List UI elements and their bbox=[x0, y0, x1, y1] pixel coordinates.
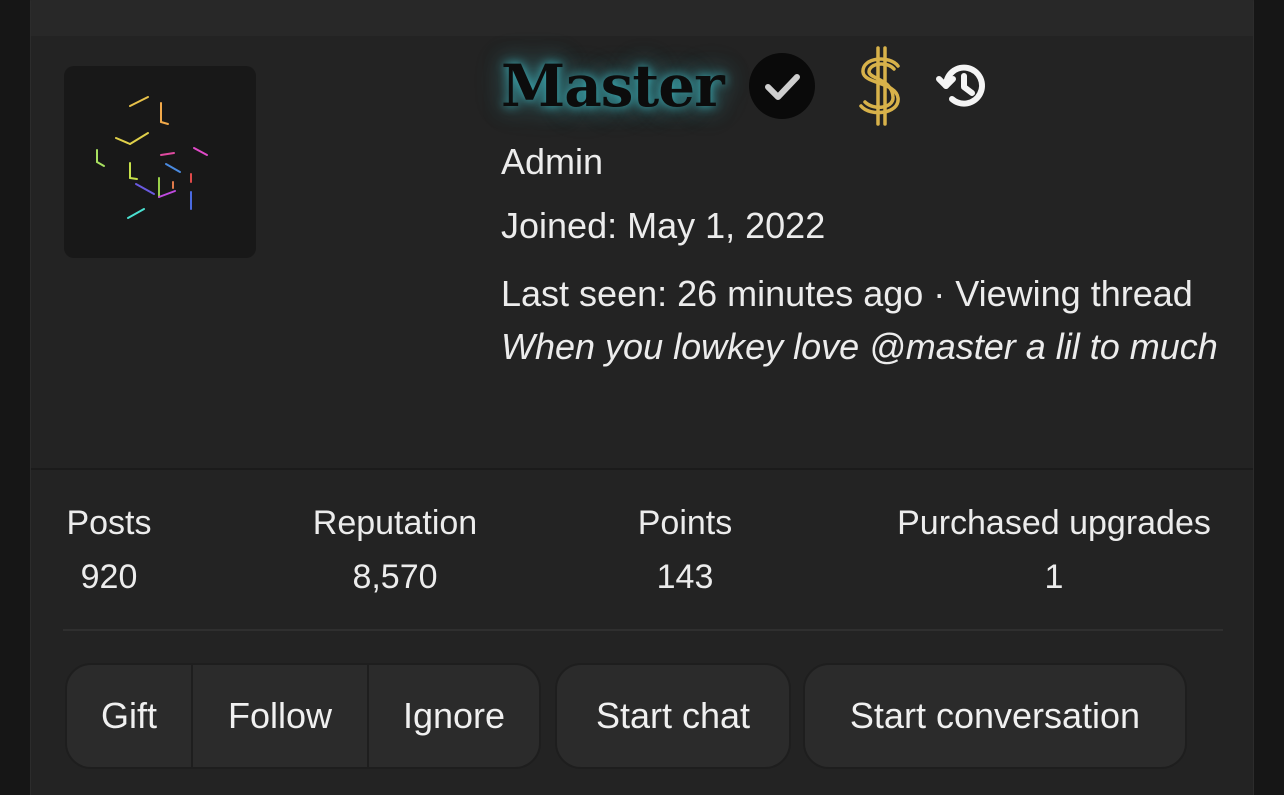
follow-button[interactable]: Follow bbox=[191, 665, 367, 767]
start-conversation-button[interactable]: Start conversation bbox=[805, 665, 1185, 767]
avatar-image bbox=[96, 96, 208, 219]
history-icon[interactable] bbox=[934, 58, 990, 114]
stat-label: Purchased upgrades bbox=[897, 504, 1211, 542]
start-chat-button[interactable]: Start chat bbox=[557, 665, 789, 767]
card-header-strip bbox=[31, 0, 1253, 36]
user-title: Admin bbox=[501, 141, 604, 182]
stats-divider bbox=[63, 629, 1223, 631]
stat-points[interactable]: Points 143 bbox=[631, 503, 739, 597]
stat-value: 8,570 bbox=[352, 558, 438, 596]
dollar-sign-icon[interactable] bbox=[850, 46, 912, 126]
ignore-button[interactable]: Ignore bbox=[367, 665, 539, 767]
stat-value: 1 bbox=[1044, 558, 1064, 596]
avatar[interactable] bbox=[64, 66, 256, 258]
stat-value: 920 bbox=[80, 558, 138, 596]
stat-label: Points bbox=[637, 504, 733, 542]
last-seen: Last seen: 26 minutes ago · Viewing thre… bbox=[501, 267, 1221, 373]
gift-button[interactable]: Gift bbox=[67, 665, 191, 767]
stat-label: Reputation bbox=[312, 504, 478, 542]
start-conversation-group: Start conversation bbox=[803, 663, 1187, 769]
last-seen-thread-link[interactable]: When you lowkey love @master a lil to mu… bbox=[501, 326, 1218, 367]
member-action-group: Gift Follow Ignore bbox=[65, 663, 541, 769]
stat-value: 143 bbox=[656, 558, 714, 596]
verified-check-icon bbox=[748, 53, 815, 119]
joined-date: Joined: May 1, 2022 bbox=[501, 205, 826, 246]
member-info: Master Admin Joined: May 1, 2022 Last se… bbox=[501, 46, 1241, 373]
stat-posts[interactable]: Posts 920 bbox=[63, 503, 155, 597]
last-seen-text: Last seen: 26 minutes ago · Viewing thre… bbox=[501, 273, 1193, 314]
stat-purchased-upgrades[interactable]: Purchased upgrades 1 bbox=[883, 503, 1225, 597]
member-card: Master Admin Joined: May 1, 2022 Last se… bbox=[30, 0, 1254, 795]
username[interactable]: Master bbox=[501, 53, 725, 119]
stat-reputation[interactable]: Reputation 8,570 bbox=[305, 503, 485, 597]
section-divider bbox=[31, 468, 1253, 470]
start-chat-group: Start chat bbox=[555, 663, 791, 769]
member-stats: Posts 920 Reputation 8,570 Points 143 Pu… bbox=[31, 503, 1253, 596]
name-row: Master bbox=[501, 46, 1241, 126]
stat-label: Posts bbox=[66, 504, 152, 542]
